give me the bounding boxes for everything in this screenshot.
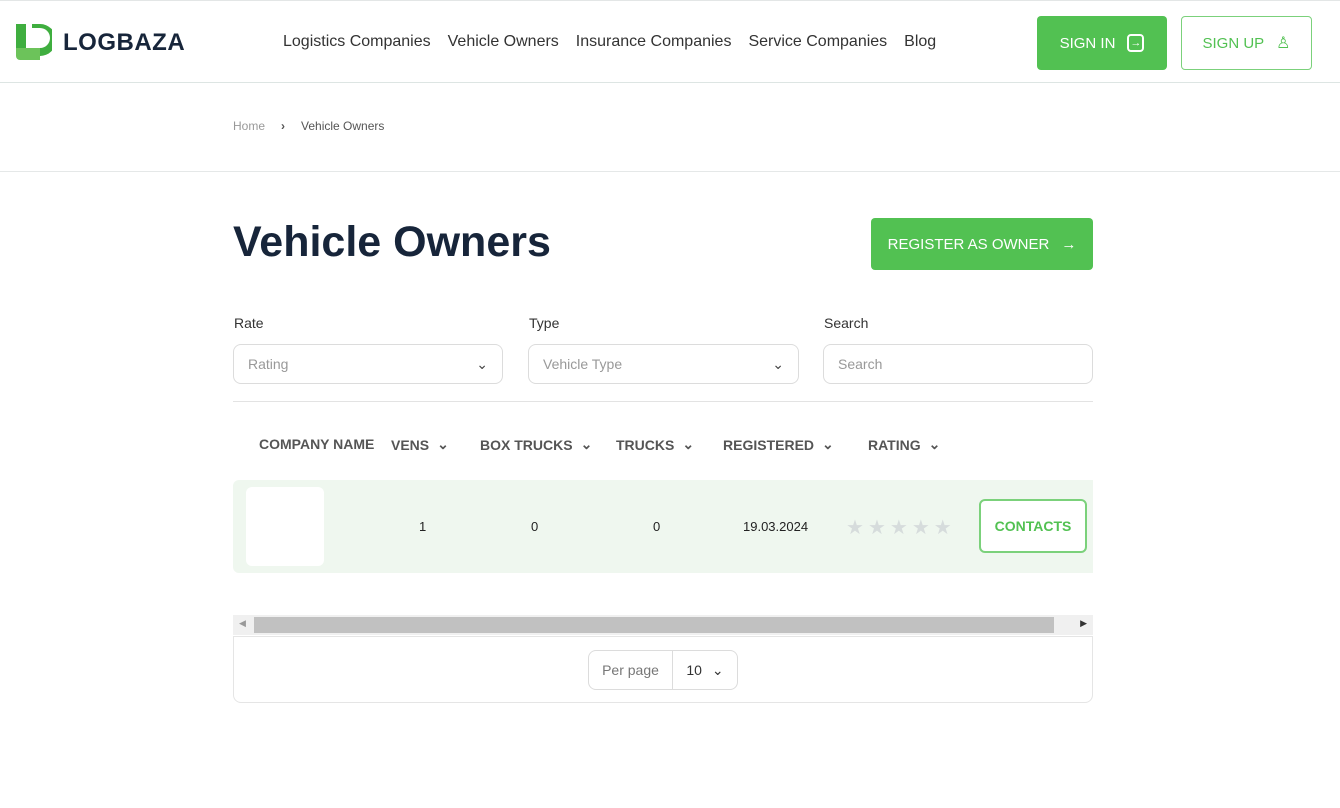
register-label: REGISTER AS OWNER <box>887 235 1050 253</box>
star-icon: ★ <box>889 517 908 539</box>
sign-in-button[interactable]: SIGN IN → <box>1037 16 1167 70</box>
star-icon: ★ <box>867 517 886 539</box>
breadcrumb-current: Vehicle Owners <box>301 119 385 133</box>
column-company-name[interactable]: COMPANY NAME <box>259 436 374 452</box>
vehicle-type-select[interactable]: Vehicle Type ⌄ <box>528 344 799 384</box>
chevron-down-icon: ⌄ <box>711 661 724 678</box>
login-icon: → <box>1127 34 1145 52</box>
company-logo <box>246 487 324 566</box>
star-icon: ★ <box>933 517 952 539</box>
breadcrumb-home[interactable]: Home <box>233 119 265 133</box>
scrollbar-thumb[interactable] <box>254 617 1054 633</box>
box-trucks-value: 0 <box>531 519 539 534</box>
chevron-down-icon: ⌄ <box>476 355 488 372</box>
star-icon: ★ <box>911 517 930 539</box>
register-as-owner-button[interactable]: REGISTER AS OWNER → <box>871 218 1093 270</box>
nav-service-companies[interactable]: Service Companies <box>748 33 887 51</box>
trucks-value: 0 <box>653 519 661 534</box>
pagination: Per page 10 ⌄ <box>233 636 1093 703</box>
column-vens[interactable]: VENS ⌄ <box>391 436 449 453</box>
nav-logistics-companies[interactable]: Logistics Companies <box>283 33 431 51</box>
main-nav: Logistics Companies Vehicle Owners Insur… <box>283 33 936 51</box>
sign-up-button[interactable]: SIGN UP ♙ <box>1181 16 1312 70</box>
search-placeholder: Search <box>838 356 883 372</box>
chevron-down-icon: ⌄ <box>437 436 449 452</box>
divider <box>0 171 1340 172</box>
registered-value: 19.03.2024 <box>743 519 809 534</box>
chevron-down-icon: ⌄ <box>822 436 834 452</box>
chevron-right-icon: › <box>281 119 286 133</box>
column-trucks[interactable]: TRUCKS ⌄ <box>616 436 694 453</box>
column-rating[interactable]: RATING ⌄ <box>868 436 940 453</box>
chevron-down-icon: ⌄ <box>682 436 695 452</box>
header-label: COMPANY NAME <box>259 436 375 452</box>
logo-icon <box>16 24 52 60</box>
vens-value: 1 <box>419 519 427 534</box>
scroll-left-icon[interactable]: ◀ <box>239 618 246 629</box>
nav-vehicle-owners[interactable]: Vehicle Owners <box>448 33 559 51</box>
page-title: Vehicle Owners <box>233 218 551 266</box>
logo-text[interactable]: LOGBAZA <box>63 29 185 57</box>
header-label: BOX TRUCKS <box>480 436 573 453</box>
rating-placeholder: Rating <box>248 356 289 372</box>
rate-label: Rate <box>234 315 264 331</box>
chevron-down-icon: ⌄ <box>772 355 784 372</box>
header-label: REGISTERED <box>723 436 815 453</box>
sign-in-label: SIGN IN <box>1059 34 1116 52</box>
header-label: TRUCKS <box>616 436 675 453</box>
vehicle-type-placeholder: Vehicle Type <box>543 356 623 372</box>
rating-select[interactable]: Rating ⌄ <box>233 344 503 384</box>
search-label: Search <box>824 315 869 331</box>
arrow-right-icon: → <box>1061 235 1077 253</box>
horizontal-scrollbar[interactable]: ◀ ▶ <box>233 615 1093 635</box>
table-row <box>233 480 1093 573</box>
rating-stars: ★ ★ ★ ★ ★ <box>846 515 952 540</box>
type-label: Type <box>529 315 560 331</box>
scroll-right-icon[interactable]: ▶ <box>1080 618 1087 629</box>
user-icon: ♙ <box>1276 35 1291 52</box>
per-page-label: Per page <box>589 651 673 689</box>
column-box-trucks[interactable]: BOX TRUCKS ⌄ <box>480 436 592 453</box>
divider <box>233 401 1093 402</box>
nav-blog[interactable]: Blog <box>904 33 936 51</box>
chevron-down-icon: ⌄ <box>580 436 593 452</box>
sign-up-label: SIGN UP <box>1202 34 1265 52</box>
nav-insurance-companies[interactable]: Insurance Companies <box>576 33 732 51</box>
breadcrumb: Home › Vehicle Owners <box>233 119 384 133</box>
search-input[interactable]: Search <box>823 344 1093 384</box>
chevron-down-icon: ⌄ <box>928 436 941 452</box>
header-label: VENS <box>391 436 430 453</box>
header: LOGBAZA Logistics Companies Vehicle Owne… <box>0 0 1340 83</box>
contacts-button[interactable]: CONTACTS <box>979 499 1087 553</box>
column-registered[interactable]: REGISTERED ⌄ <box>723 436 834 453</box>
per-page-value: 10 <box>686 662 702 678</box>
header-label: RATING <box>868 436 921 453</box>
star-icon: ★ <box>846 517 864 539</box>
per-page-select[interactable]: Per page 10 ⌄ <box>588 650 738 690</box>
